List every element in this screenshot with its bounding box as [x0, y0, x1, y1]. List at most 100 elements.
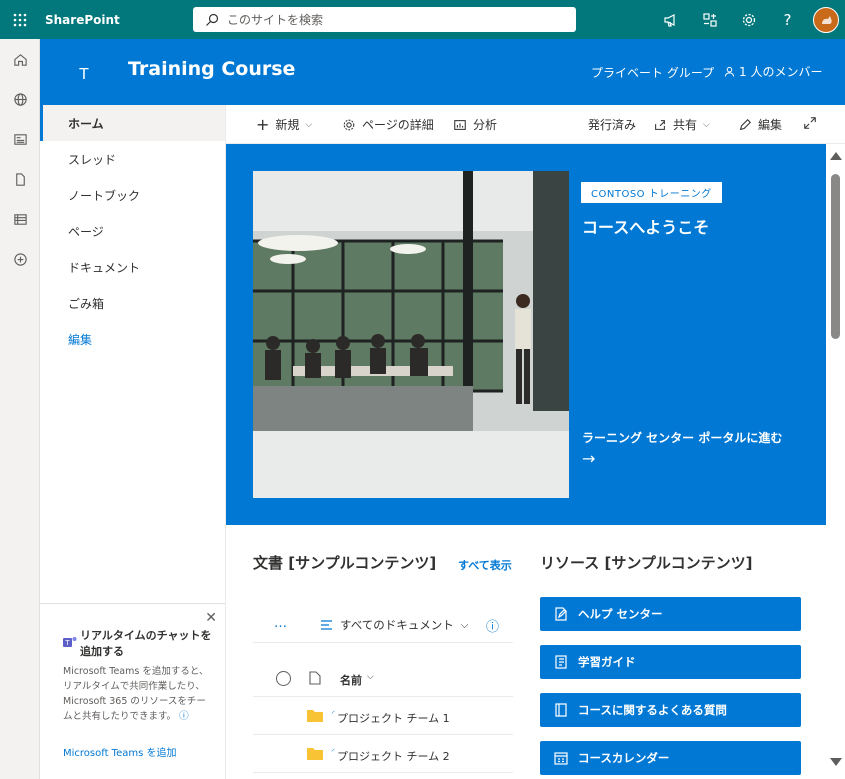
close-icon[interactable]: ✕ — [205, 610, 217, 626]
resource-button-faq[interactable]: コースに関するよくある質問 — [540, 693, 801, 727]
document-icon[interactable] — [0, 159, 40, 199]
table-row[interactable]: ⸝ プロジェクト チーム 1 — [253, 697, 513, 735]
file-type-icon — [309, 671, 321, 685]
page-details-label: ページの詳細 — [362, 118, 434, 132]
nav-edit-link[interactable]: 編集 — [40, 321, 225, 357]
chevron-down-icon: ⌵ — [703, 119, 710, 130]
publish-status: 発行済み — [588, 116, 636, 133]
analytics-button[interactable]: 分析 — [453, 116, 497, 133]
gear-icon — [343, 119, 355, 130]
folder-icon — [307, 748, 323, 760]
edit-doc-icon — [552, 605, 570, 623]
share-icon — [655, 119, 665, 130]
page-scrollbar[interactable] — [827, 144, 845, 779]
folder-name[interactable]: プロジェクト チーム 1 — [337, 710, 450, 726]
analytics-label: 分析 — [473, 118, 498, 132]
search-icon — [206, 13, 219, 26]
chart-icon — [454, 119, 466, 130]
documents-title: 文書 [サンプルコンテンツ] — [253, 554, 437, 572]
search-box[interactable]: このサイトを検索 — [193, 7, 576, 32]
expand-icon[interactable] — [803, 116, 817, 130]
nav-item-recycle-bin[interactable]: ごみ箱 — [40, 285, 225, 321]
resource-button-calendar[interactable]: コースカレンダー — [540, 741, 801, 775]
info-icon[interactable]: ⓘ — [179, 711, 189, 722]
site-header: T Training Course プライベート グループ 1 人のメンバー — [40, 39, 845, 105]
view-selector[interactable]: すべてのドキュメント ⌵ — [320, 617, 468, 633]
person-icon — [724, 66, 735, 77]
table-row[interactable]: ⸝ プロジェクト チーム 2 — [253, 735, 513, 773]
teams-promo-card: ✕ T リアルタイムのチャットを追加する Microsoft Teams を追加… — [40, 603, 225, 779]
share-button[interactable]: 共有 ⌵ — [653, 116, 710, 133]
resource-label: コースカレンダー — [578, 751, 670, 765]
hero-link[interactable]: ラーニング センター ポータルに進む — [582, 429, 782, 446]
command-bar: + 新規 ⌵ ページの詳細 分析 発行済み 共有 ⌵ 編集 — [226, 105, 845, 144]
nav-item-notebook[interactable]: ノートブック — [40, 177, 225, 213]
hero-tag: CONTOSO トレーニング — [581, 182, 722, 203]
calendar-icon — [552, 749, 570, 767]
scroll-down-icon[interactable] — [830, 758, 842, 766]
chevron-down-icon: ⌵ — [305, 119, 313, 130]
view-label: すべてのドキュメント — [340, 618, 454, 632]
nav-item-home[interactable]: ホーム — [40, 105, 225, 141]
nav-item-threads[interactable]: スレッド — [40, 141, 225, 177]
more-icon[interactable]: … — [274, 616, 287, 631]
lists-icon[interactable] — [0, 199, 40, 239]
folder-name[interactable]: プロジェクト チーム 2 — [337, 748, 450, 764]
resource-label: 学習ガイド — [578, 655, 636, 669]
page-details-button[interactable]: ページの詳細 — [342, 116, 434, 133]
search-placeholder: このサイトを検索 — [227, 13, 324, 27]
site-title[interactable]: Training Course — [128, 58, 295, 80]
settings-icon[interactable] — [729, 0, 768, 39]
name-column-header[interactable]: 名前 ⌵ — [340, 672, 374, 688]
resources-title: リソース [サンプルコンテンツ] — [540, 554, 753, 572]
home-icon[interactable] — [0, 39, 40, 79]
sparkle-icon: ⸝ — [331, 744, 335, 753]
arrow-right-icon[interactable]: → — [582, 449, 595, 468]
group-privacy-label: プライベート グループ — [591, 66, 715, 80]
scroll-up-icon[interactable] — [830, 152, 842, 160]
resource-label: ヘルプ センター — [578, 607, 663, 621]
share-label: 共有 — [673, 118, 698, 132]
members-label: 1 人のメンバー — [739, 65, 823, 79]
new-button[interactable]: + 新規 ⌵ — [256, 116, 312, 133]
megaphone-icon[interactable] — [651, 0, 690, 39]
site-logo[interactable]: T — [70, 60, 98, 88]
hero-section: CONTOSO トレーニング コースへようこそ ラーニング センター ポータルに… — [226, 144, 826, 525]
select-all-radio[interactable] — [276, 671, 291, 686]
avatar[interactable] — [813, 6, 839, 33]
see-all-link[interactable]: すべて表示 — [458, 557, 512, 573]
add-teams-link[interactable]: Microsoft Teams を追加 — [63, 744, 177, 759]
plus-icon: + — [256, 114, 270, 134]
teams-card-body: Microsoft Teams を追加すると、リアルタイムで共同作業したり、Mi… — [63, 664, 213, 724]
resource-label: コースに関するよくある質問 — [578, 703, 727, 717]
resource-button-help-center[interactable]: ヘルプ センター — [540, 597, 801, 631]
nav-item-pages[interactable]: ページ — [40, 213, 225, 249]
edit-button[interactable]: 編集 — [738, 116, 782, 133]
apps-icon[interactable] — [690, 0, 729, 39]
members-button[interactable]: 1 人のメンバー — [724, 63, 822, 80]
hero-image[interactable] — [253, 171, 569, 498]
news-icon[interactable] — [0, 119, 40, 159]
app-bar — [0, 39, 40, 779]
view-list-icon — [321, 620, 332, 630]
documents-toolbar: … すべてのドキュメント ⌵ ⓘ — [253, 611, 513, 643]
chevron-down-icon: ⌵ — [367, 672, 374, 682]
help-icon[interactable]: ? — [768, 0, 807, 39]
hero-title: コースへようこそ — [582, 218, 710, 237]
scroll-thumb[interactable] — [831, 174, 840, 339]
book-icon — [552, 701, 570, 719]
sparkle-icon: ⸝ — [331, 706, 335, 715]
suite-bar: SharePoint このサイトを検索 ? — [0, 0, 845, 39]
documents-header-row: 名前 ⌵ — [253, 660, 513, 697]
add-icon[interactable] — [0, 239, 40, 279]
nav-item-documents[interactable]: ドキュメント — [40, 249, 225, 285]
resource-button-study-guide[interactable]: 学習ガイド — [540, 645, 801, 679]
svg-text:T: T — [64, 639, 70, 647]
globe-icon[interactable] — [0, 79, 40, 119]
app-launcher-icon[interactable] — [0, 0, 39, 39]
app-brand[interactable]: SharePoint — [45, 13, 193, 27]
info-icon[interactable]: ⓘ — [486, 616, 499, 635]
pencil-icon — [739, 118, 751, 130]
name-column-label: 名前 — [340, 674, 362, 687]
teams-icon: T — [63, 637, 77, 647]
